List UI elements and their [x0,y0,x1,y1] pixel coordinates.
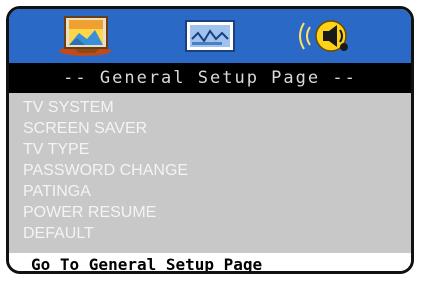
setup-category-bar [9,9,411,63]
setup-window: -- General Setup Page -- TV SYSTEM SCREE… [6,6,414,274]
menu-item-power-resume[interactable]: POWER RESUME [23,202,411,223]
menu-item-screen-saver[interactable]: SCREEN SAVER [23,118,411,139]
menu-item-password-change[interactable]: PASSWORD CHANGE [23,160,411,181]
speaker-icon[interactable] [297,15,357,57]
screen-wave-icon[interactable] [183,15,239,57]
menu-item-tv-type[interactable]: TV TYPE [23,139,411,160]
page-title: -- General Setup Page -- [9,63,411,93]
menu-item-default[interactable]: DEFAULT [23,223,411,244]
status-line: Go To General Setup Page [9,253,411,271]
menu-item-patinga[interactable]: PATINGA [23,181,411,202]
monitor-picture-icon[interactable] [55,15,119,57]
menu-item-tv-system[interactable]: TV SYSTEM [23,97,411,118]
setup-menu: TV SYSTEM SCREEN SAVER TV TYPE PASSWORD … [9,93,411,253]
